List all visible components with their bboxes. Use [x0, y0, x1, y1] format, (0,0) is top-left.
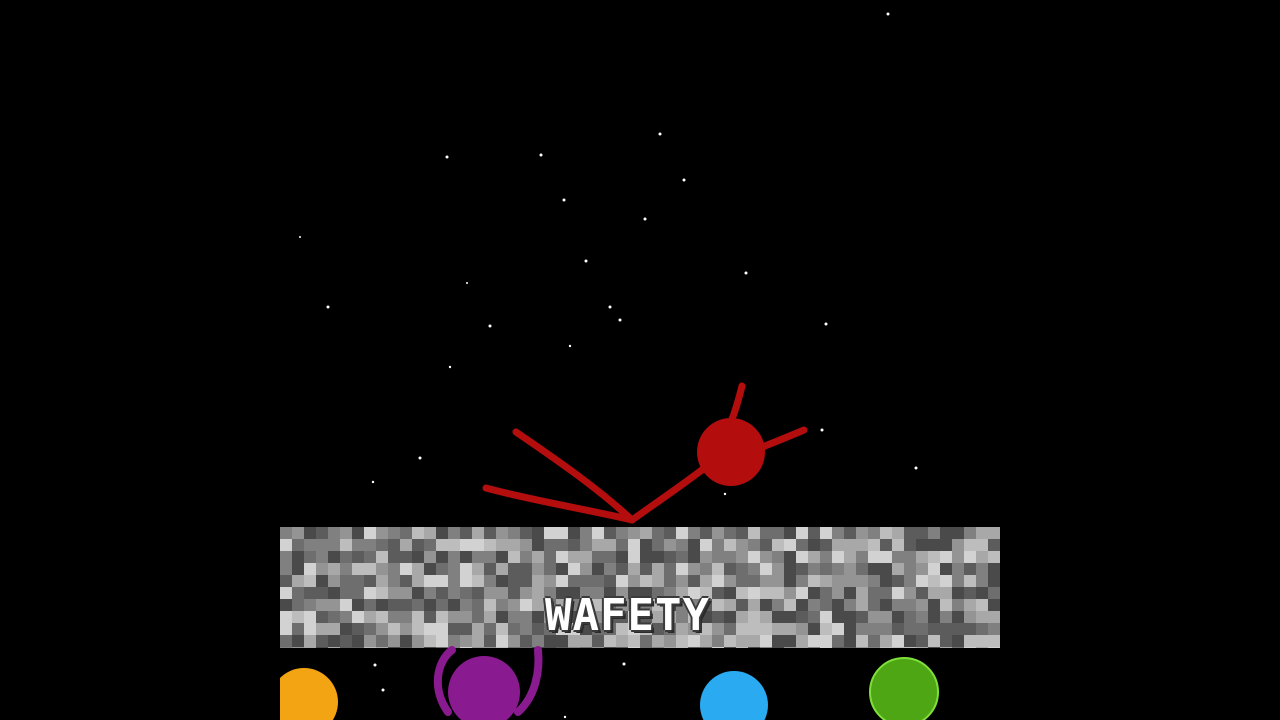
- red-stickman: [482, 382, 808, 524]
- game-scene: WAFETY: [0, 0, 1280, 720]
- orange-stickman: [270, 668, 338, 720]
- blue-stickman: [700, 671, 768, 720]
- green-stickman: [869, 657, 939, 720]
- characters-layer: [270, 382, 939, 720]
- purple-stickman: [433, 646, 543, 720]
